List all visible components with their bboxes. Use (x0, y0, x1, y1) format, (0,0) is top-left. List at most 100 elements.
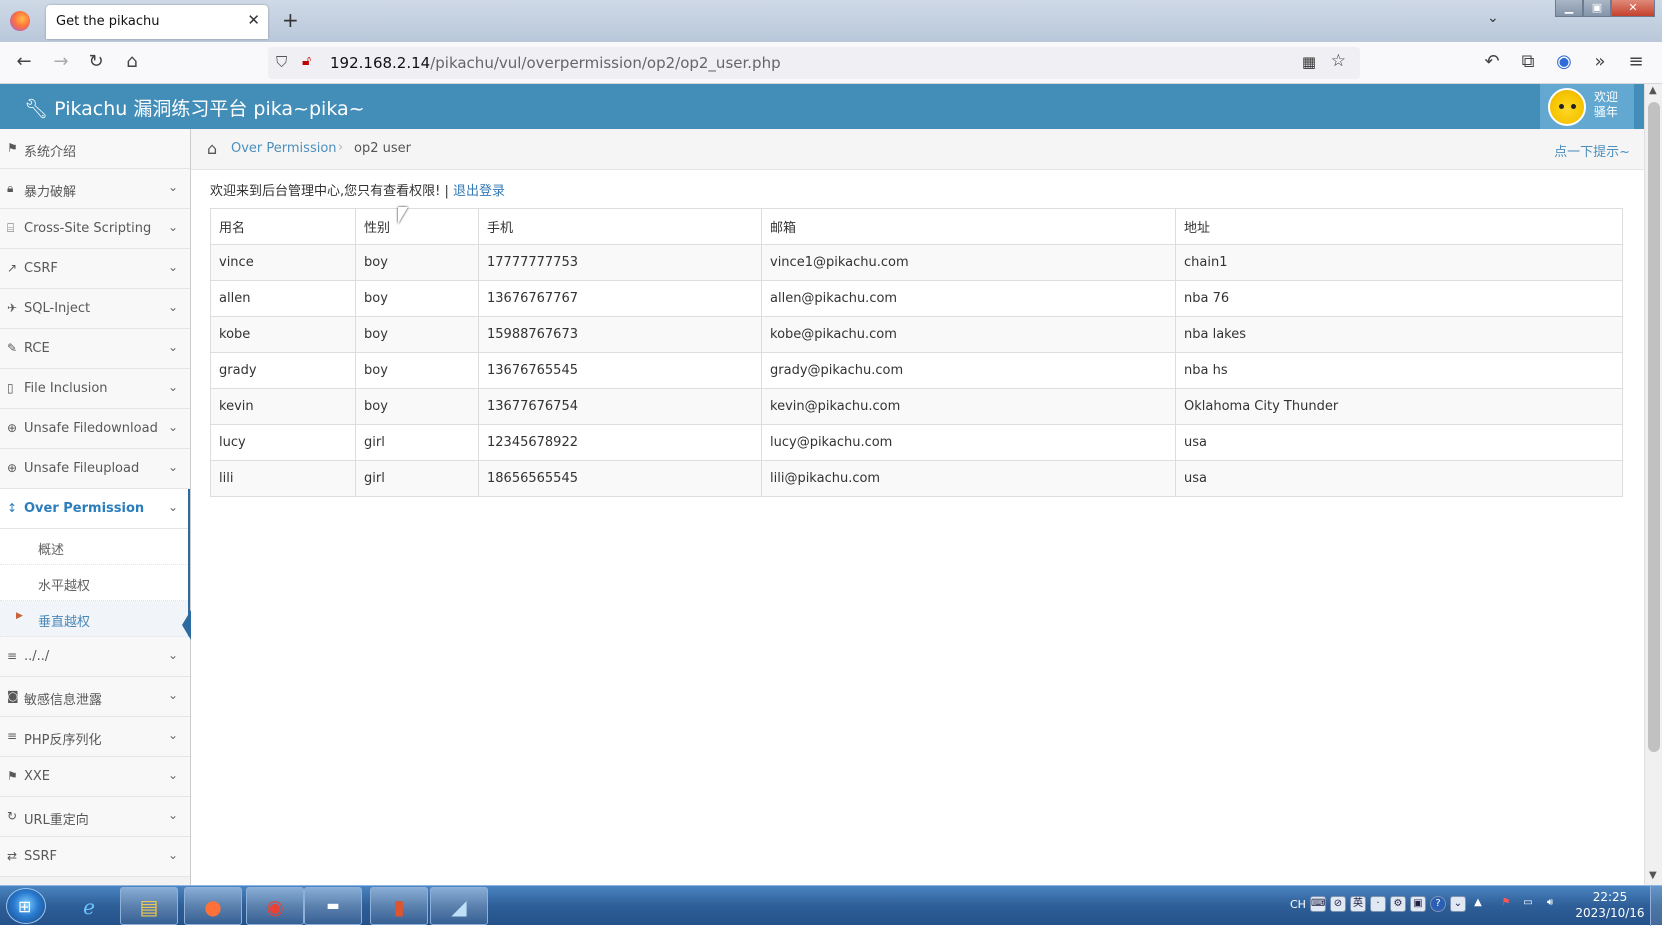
restore-button[interactable]: ▣ (1583, 0, 1611, 17)
sidebar-item[interactable]: ⊕ Unsafe Filedownload ⌄ (0, 409, 190, 449)
clock[interactable]: 22:25 2023/10/16 (1575, 889, 1645, 921)
show-hidden-icons-icon[interactable]: ▲ (1470, 896, 1486, 912)
site-title[interactable]: 🔧︎ Pikachu 漏洞练习平台 pika~pika~ (24, 94, 365, 121)
ime-settings-icon[interactable]: ⌄ (1450, 896, 1466, 912)
sidebar-item[interactable]: ✈ SQL-Inject ⌄ (0, 289, 190, 329)
overflow-chevron-icon[interactable]: » (1588, 51, 1612, 72)
url-bar[interactable]: ⛉ 🔓︎ 192.168.2.14/pikachu/vul/overpermis… (268, 47, 1360, 79)
account-icon[interactable]: ◉ (1552, 51, 1576, 72)
vertical-scrollbar[interactable]: ▲ ▼ (1644, 84, 1662, 885)
qr-code-icon[interactable]: ▦ (1302, 53, 1316, 71)
lock-insecure-icon[interactable]: 🔓︎ (302, 53, 311, 69)
sidebar-item[interactable]: ↕ Over Permission ⌄ (0, 489, 190, 529)
user-menu[interactable]: 欢迎 骚年 (1540, 84, 1634, 129)
table-cell: boy (355, 316, 479, 353)
refresh-icon: ↻ (7, 809, 18, 823)
sidebar-item[interactable]: ◙ 敏感信息泄露 ⌄ (0, 677, 190, 717)
minimize-button[interactable]: ▁ (1555, 0, 1583, 17)
ime-icon[interactable]: 英 (1350, 896, 1366, 912)
clock-time: 22:25 (1592, 890, 1628, 904)
settings-icon[interactable]: ⚙ (1390, 896, 1406, 912)
reload-icon[interactable]: ↻ (84, 51, 108, 72)
flag-icon[interactable]: ⚑ (1498, 896, 1514, 912)
table-cell: boy (355, 244, 479, 281)
start-button[interactable]: ⊞ (6, 888, 46, 924)
bookmark-star-icon[interactable]: ☆ (1331, 51, 1346, 71)
sidebar-subitem[interactable]: 水平越权 (0, 565, 190, 601)
sidebar-item[interactable]: ↗ CSRF ⌄ (0, 249, 190, 289)
browser-tab[interactable]: Get the pikachu ✕ (46, 5, 268, 39)
breadcrumb-link[interactable]: Over Permission (231, 141, 337, 156)
intro-line: 欢迎来到后台管理中心,您只有查看权限! | 退出登录 (210, 180, 505, 199)
block-icon[interactable]: ⊘ (1330, 896, 1346, 912)
sidebar-item[interactable]: ✎ RCE ⌄ (0, 329, 190, 369)
office-icon[interactable]: ▮ (370, 887, 428, 925)
new-tab-button[interactable]: + (282, 8, 299, 32)
internet-explorer-icon[interactable]: ℯ (60, 887, 118, 925)
breadcrumb: ⌂ Over Permission › op2 user 点一下提示~ (191, 129, 1644, 170)
external-link-icon: ↗ (7, 261, 18, 275)
chevron-down-icon: ⌄ (167, 420, 178, 434)
sidebar-item[interactable]: ⌸ Cross-Site Scripting ⌄ (0, 209, 190, 249)
scrollbar-thumb[interactable] (1648, 102, 1660, 752)
file-explorer-icon[interactable]: ▤ (120, 887, 178, 925)
sidebar-item[interactable]: ↻ URL重定向 ⌄ (0, 797, 190, 837)
table-cell: 15988767673 (478, 316, 762, 353)
network-icon[interactable]: ▭ (1520, 896, 1536, 912)
sidebar-item-label: XXE (24, 769, 51, 784)
sidebar-item[interactable]: ≡ ../../ ⌄ (0, 637, 190, 677)
sidebar-item[interactable]: ⊕ Unsafe Fileupload ⌄ (0, 449, 190, 489)
sidebar-subitem[interactable]: 概述 (0, 529, 190, 565)
firefox-icon[interactable]: ● (184, 887, 242, 925)
sidebar-item[interactable]: ⚑ 系统介绍 (0, 129, 190, 169)
extensions-icon[interactable]: ⧉ (1516, 51, 1540, 72)
chrome-icon[interactable]: ◉ (246, 887, 304, 925)
forward-arrow-icon[interactable]: → (49, 51, 73, 72)
keyboard-icon[interactable]: ⌨ (1310, 896, 1326, 912)
user-table: 用名 性别 手机 邮箱 地址 vince boy 17777777753 vince1@pik… (210, 208, 1623, 497)
tab-close-icon[interactable]: ✕ (247, 11, 260, 29)
chevron-down-icon: ⌄ (167, 768, 178, 782)
share-back-icon[interactable]: ↶ (1480, 51, 1504, 72)
firefox-logo-icon[interactable] (10, 11, 30, 31)
table-row: lucy girl 12345678922 lucy@pikachu.com usa (210, 424, 1623, 461)
url-path: /pikachu/vul/overpermission/op2/op2_user… (430, 54, 781, 72)
chevron-down-icon: ⌄ (167, 340, 178, 354)
url-host: 192.168.2.14 (330, 54, 431, 72)
home-icon[interactable]: ⌂ (120, 51, 144, 72)
show-desktop-button[interactable] (1650, 886, 1662, 926)
logout-link[interactable]: 退出登录 (453, 184, 505, 199)
chevron-down-icon: ⌄ (167, 460, 178, 474)
sidebar-item-label: PHP反序列化 (24, 733, 102, 748)
home-icon[interactable]: ⌂ (207, 139, 217, 158)
volume-icon[interactable]: 🔊︎ (1542, 896, 1558, 912)
sidebar-item[interactable]: ⚑ XXE ⌄ (0, 757, 190, 797)
sidebar-subitem[interactable]: ▶ 垂直越权 (0, 601, 190, 637)
scroll-down-icon[interactable]: ▼ (1649, 870, 1657, 881)
sidebar-item-label: ../../ (24, 649, 50, 664)
hint-link[interactable]: 点一下提示~ (1554, 141, 1630, 160)
toolbox-icon[interactable]: ▣ (1410, 896, 1426, 912)
chevron-down-icon: ⌄ (167, 180, 178, 194)
tab-list-chevron-icon[interactable]: ⌄ (1487, 10, 1499, 26)
url-text[interactable]: 192.168.2.14/pikachu/vul/overpermission/… (330, 54, 781, 72)
notepad-icon[interactable]: ◢ (430, 887, 488, 925)
language-indicator[interactable]: CH (1290, 898, 1306, 911)
window-controls: ▁ ▣ ✕ (1555, 0, 1655, 18)
table-cell: usa (1175, 460, 1623, 497)
terminal-icon[interactable]: ▬ (304, 887, 362, 925)
sidebar-item[interactable]: ≡ PHP反序列化 ⌄ (0, 717, 190, 757)
help-icon[interactable]: ? (1430, 896, 1446, 912)
menu-hamburger-icon[interactable]: ≡ (1624, 51, 1648, 72)
sidebar-item[interactable]: ▯ File Inclusion ⌄ (0, 369, 190, 409)
welcome-text: 欢迎 骚年 (1594, 90, 1619, 119)
download-circle-icon: ⊕ (7, 421, 18, 435)
punctuation-icon[interactable]: · (1370, 896, 1386, 912)
shield-icon[interactable]: ⛉ (276, 53, 287, 71)
back-arrow-icon[interactable]: ← (12, 51, 36, 72)
sidebar-item[interactable]: 🔒︎ 暴力破解 ⌄ (0, 169, 190, 209)
chevron-down-icon: ⌄ (167, 260, 178, 274)
close-window-button[interactable]: ✕ (1611, 0, 1655, 17)
scroll-up-icon[interactable]: ▲ (1649, 85, 1657, 96)
sidebar-item[interactable]: ⇄ SSRF ⌄ (0, 837, 190, 877)
